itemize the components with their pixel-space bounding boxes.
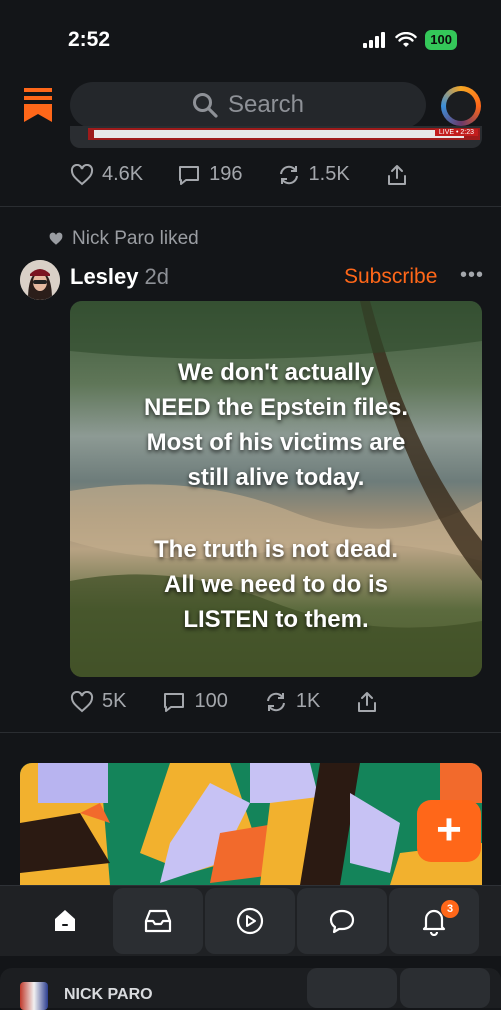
author-name[interactable]: Lesley xyxy=(70,264,139,289)
substack-logo-icon[interactable] xyxy=(24,88,52,122)
like-count: 4.6K xyxy=(102,163,144,185)
heart-filled-icon xyxy=(49,232,63,245)
post-age: 2d xyxy=(144,264,169,289)
home-icon xyxy=(55,910,75,931)
restack-icon xyxy=(266,692,285,711)
live-badge: LIVE • 2:23 xyxy=(434,129,478,136)
status-icons: 100 xyxy=(363,30,457,50)
restack-count: 1K xyxy=(295,690,321,712)
restack-icon xyxy=(279,165,298,184)
search-icon xyxy=(192,93,218,118)
news-ticker-text-graphic xyxy=(94,130,464,138)
compose-button[interactable]: + xyxy=(417,800,481,862)
image-text-line-2: NEED the Epstein files. xyxy=(143,394,409,421)
post-image[interactable]: We don't actually NEED the Epstein files… xyxy=(70,301,482,677)
notification-badge: 3 xyxy=(441,900,459,918)
mini-player-close-button[interactable] xyxy=(400,968,490,1008)
inbox-icon xyxy=(144,909,172,933)
image-text-line-7: LISTEN to them. xyxy=(183,606,369,633)
mini-player-title: NICK PARO xyxy=(64,986,153,1003)
share-icon xyxy=(387,164,406,185)
comment-count: 196 xyxy=(209,163,243,185)
author-avatar[interactable] xyxy=(20,260,60,300)
search-input[interactable]: Search xyxy=(70,82,426,128)
status-time: 2:52 xyxy=(68,28,111,51)
heart-icon xyxy=(70,690,94,712)
image-text-line-3: Most of his victims are xyxy=(146,429,406,456)
tab-notifications[interactable]: 3 xyxy=(389,888,479,954)
restack-button[interactable]: 1.5K xyxy=(277,163,350,186)
mini-player-play-button[interactable] xyxy=(307,968,397,1008)
author-line: Lesley 2d xyxy=(70,264,169,290)
image-text-line-1: We don't actually xyxy=(178,359,374,386)
post-actions: 5K 100 1K xyxy=(70,690,378,713)
illustration-graphic xyxy=(20,763,482,885)
tab-inbox[interactable] xyxy=(113,888,203,954)
comment-icon xyxy=(179,165,200,185)
restack-button[interactable]: 1K xyxy=(264,690,320,713)
more-options-button[interactable]: ••• xyxy=(460,264,484,287)
wifi-icon xyxy=(395,32,417,47)
author-photo xyxy=(20,260,60,300)
image-text-line-4: still alive today. xyxy=(187,464,365,491)
mini-player-thumbnail xyxy=(20,982,48,1010)
comment-button[interactable]: 196 xyxy=(177,163,243,186)
cellular-signal-icon xyxy=(363,32,386,48)
search-placeholder: Search xyxy=(227,91,305,118)
share-button[interactable] xyxy=(356,691,378,713)
comment-count: 100 xyxy=(194,690,228,712)
profile-avatar[interactable] xyxy=(441,86,481,126)
subscribe-button[interactable]: Subscribe xyxy=(344,265,437,289)
tab-chat[interactable] xyxy=(297,888,387,954)
previous-post-actions: 4.6K 196 1.5K xyxy=(70,163,408,186)
previous-post-media[interactable]: LIVE • 2:23 xyxy=(70,126,482,148)
share-icon xyxy=(358,691,377,712)
post-divider xyxy=(0,206,501,207)
restack-count: 1.5K xyxy=(308,163,350,185)
image-text-line-6: All we need to do is xyxy=(163,571,389,598)
play-circle-icon xyxy=(236,907,264,935)
chat-icon xyxy=(329,909,355,934)
tab-home[interactable] xyxy=(20,888,110,954)
activity-line: Nick Paro liked xyxy=(48,228,199,250)
post-divider xyxy=(0,732,501,733)
liked-by-text: Nick Paro liked xyxy=(72,228,199,249)
comment-button[interactable]: 100 xyxy=(162,690,228,713)
like-button[interactable]: 5K xyxy=(70,690,126,713)
tab-video[interactable] xyxy=(205,888,295,954)
like-count: 5K xyxy=(102,690,127,712)
comment-icon xyxy=(164,692,185,712)
battery-indicator: 100 xyxy=(425,30,457,50)
like-button[interactable]: 4.6K xyxy=(70,163,143,186)
heart-icon xyxy=(70,163,94,185)
share-button[interactable] xyxy=(386,164,408,186)
image-text-line-5: The truth is not dead. xyxy=(154,536,398,563)
bottom-tab-bar: 3 xyxy=(0,885,501,956)
next-post-image[interactable] xyxy=(20,763,482,885)
